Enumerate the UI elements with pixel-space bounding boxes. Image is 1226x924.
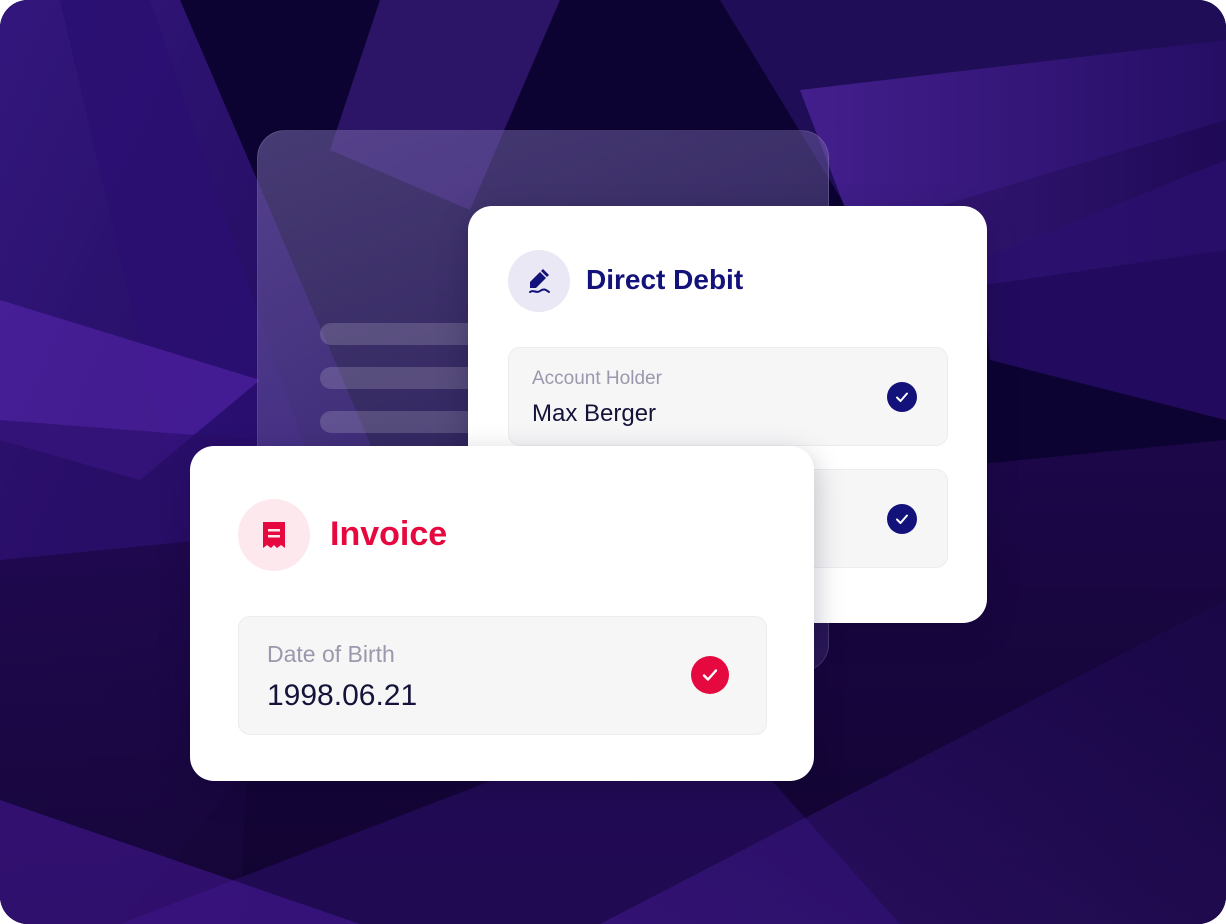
field-label: Date of Birth <box>267 641 395 667</box>
check-icon <box>691 656 729 694</box>
direct-debit-title: Direct Debit <box>586 264 744 295</box>
check-icon <box>887 382 917 412</box>
date-of-birth-field[interactable]: Date of Birth 1998.06.21 <box>238 616 767 735</box>
pen-signature-icon <box>508 250 570 312</box>
illustration-stage: Direct Debit Account Holder Max Berger 9… <box>0 0 1226 924</box>
receipt-icon <box>238 499 310 571</box>
field-value: Max Berger <box>532 400 657 427</box>
account-holder-field[interactable]: Account Holder Max Berger <box>508 347 948 446</box>
invoice-card: Invoice Date of Birth 1998.06.21 <box>190 446 814 781</box>
field-value: 1998.06.21 <box>267 679 418 712</box>
invoice-title: Invoice <box>330 515 448 553</box>
field-label: Account Holder <box>532 368 662 389</box>
check-icon <box>887 504 917 534</box>
